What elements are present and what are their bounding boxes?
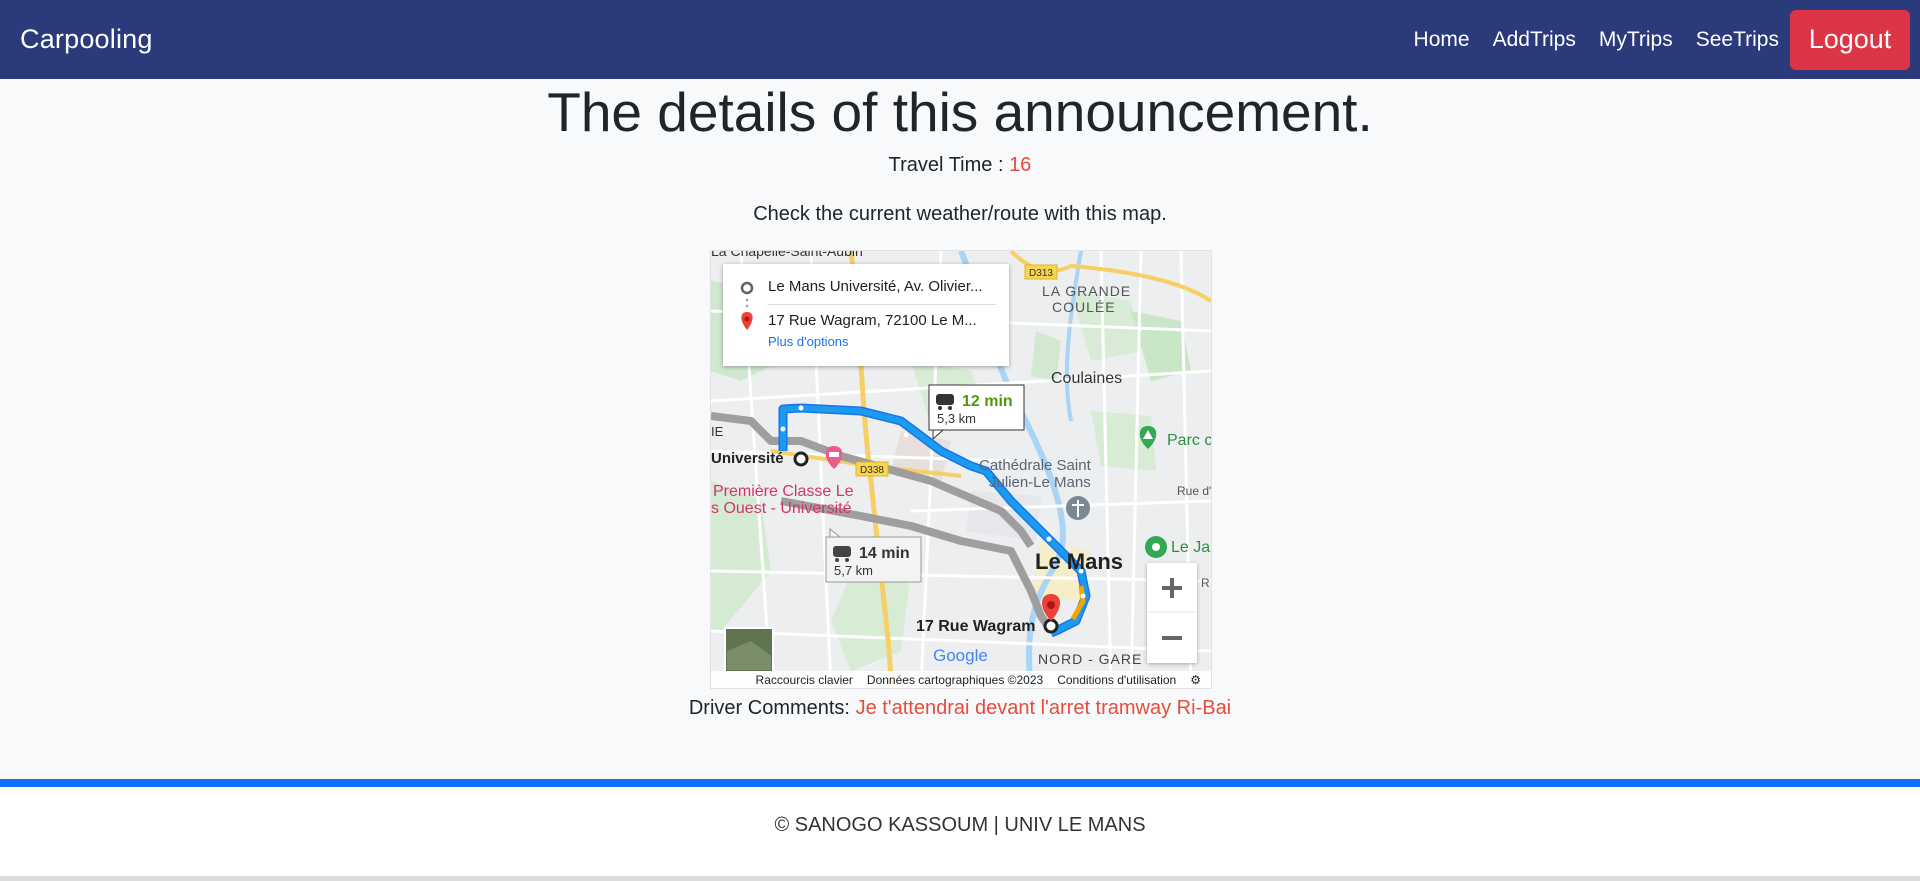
map-label-cathedrale-1: Cathédrale Saint <box>979 457 1092 474</box>
brand-logo[interactable]: Carpooling <box>20 24 153 55</box>
terms-link[interactable]: Conditions d'utilisation <box>1057 673 1176 687</box>
map-footer: Raccourcis clavier Données cartographiqu… <box>711 671 1211 688</box>
route-alt-time: 14 min <box>859 545 910 562</box>
nav-addtrips-link[interactable]: AddTrips <box>1493 28 1576 52</box>
nav-home-link[interactable]: Home <box>1414 28 1470 52</box>
route-endpoints-icon <box>740 281 754 330</box>
divider <box>768 304 996 305</box>
route-alt-box: 14 min 5,7 km <box>825 527 922 583</box>
map-label-rue: Rue d' <box>1177 484 1211 498</box>
footer: © SANOGO KASSOUM | UNIV LE MANS <box>0 787 1920 877</box>
map-label-leja: Le Ja <box>1171 539 1210 556</box>
map-label-coulee: COULÉE <box>1052 299 1116 315</box>
nav-seetrips-link[interactable]: SeeTrips <box>1696 28 1779 52</box>
nav-mytrips-link[interactable]: MyTrips <box>1599 28 1673 52</box>
zoom-out-button[interactable] <box>1147 613 1197 663</box>
car-icon <box>833 546 851 557</box>
map-label-parc: Parc c <box>1167 432 1211 449</box>
main-content: The details of this announcement. Travel… <box>0 79 1920 779</box>
logout-button[interactable]: Logout <box>1790 9 1910 70</box>
gear-icon[interactable]: ⚙ <box>1190 673 1201 687</box>
navbar: Carpooling Home AddTrips MyTrips SeeTrip… <box>0 0 1920 79</box>
map-label-top: La Chapelle-Saint-Aubin <box>711 251 863 259</box>
plus-icon <box>1162 578 1182 598</box>
footer-divider <box>0 779 1920 787</box>
route-alt-distance: 5,7 km <box>834 563 873 578</box>
route-main-distance: 5,3 km <box>937 411 976 426</box>
travel-time-value: 16 <box>1009 154 1032 176</box>
map-label-premiere-1: Première Classe Le <box>713 483 854 500</box>
minus-icon <box>1162 636 1182 640</box>
google-logo: Google <box>933 646 988 665</box>
map-label-cathedrale-2: Julien-Le Mans <box>989 474 1091 491</box>
page-title: The details of this announcement. <box>547 81 1373 143</box>
map-label-universite: Université <box>711 450 784 467</box>
route-main-time: 12 min <box>962 393 1013 410</box>
map-label-nord: NORD - GARE <box>1038 651 1142 667</box>
road-d338-label: D338 <box>860 465 884 476</box>
map-label-grande: LA GRANDE <box>1042 283 1131 299</box>
car-icon <box>936 394 954 405</box>
road-d313-label: D313 <box>1029 268 1053 279</box>
driver-comments-value: Je t'attendrai devant l'arret tramway Ri… <box>855 697 1232 719</box>
driver-comments: Driver Comments: Je t'attendrai devant l… <box>0 697 1920 720</box>
map-label-lemans: Le Mans <box>1035 549 1123 574</box>
directions-card[interactable]: Le Mans Université, Av. Olivier... 17 Ru… <box>723 264 1009 366</box>
map-label-coulaines: Coulaines <box>1051 370 1122 387</box>
more-options-link[interactable]: Plus d'options <box>768 334 849 349</box>
map-data-text: Données cartographiques ©2023 <box>866 672 1044 687</box>
nav-links: Home AddTrips MyTrips SeeTrips Logout <box>1391 9 1910 70</box>
map-label-ie: IE <box>711 424 724 439</box>
zoom-in-button[interactable] <box>1147 563 1197 613</box>
map-label-r: R <box>1201 576 1210 590</box>
route-map[interactable]: D313 D338 La Chapelle-Saint-Aubin LA GRA… <box>710 250 1212 689</box>
keyboard-shortcuts-link[interactable]: Raccourcis clavier <box>756 673 853 687</box>
destination-address[interactable]: 17 Rue Wagram, 72100 Le M... <box>768 312 977 329</box>
origin-address[interactable]: Le Mans Université, Av. Olivier... <box>768 278 983 295</box>
map-label-wagram: 17 Rue Wagram <box>916 618 1035 635</box>
map-label-premiere-2: s Ouest - Université <box>711 500 852 517</box>
travel-time: Travel Time : 16 <box>0 154 1920 177</box>
driver-comments-label: Driver Comments: <box>688 697 856 719</box>
map-caption: Check the current weather/route with thi… <box>753 203 1167 225</box>
footer-bottom-bar <box>0 876 1920 881</box>
travel-time-label: Travel Time : <box>888 154 1010 176</box>
footer-text: © SANOGO KASSOUM | UNIV LE MANS <box>774 814 1146 836</box>
